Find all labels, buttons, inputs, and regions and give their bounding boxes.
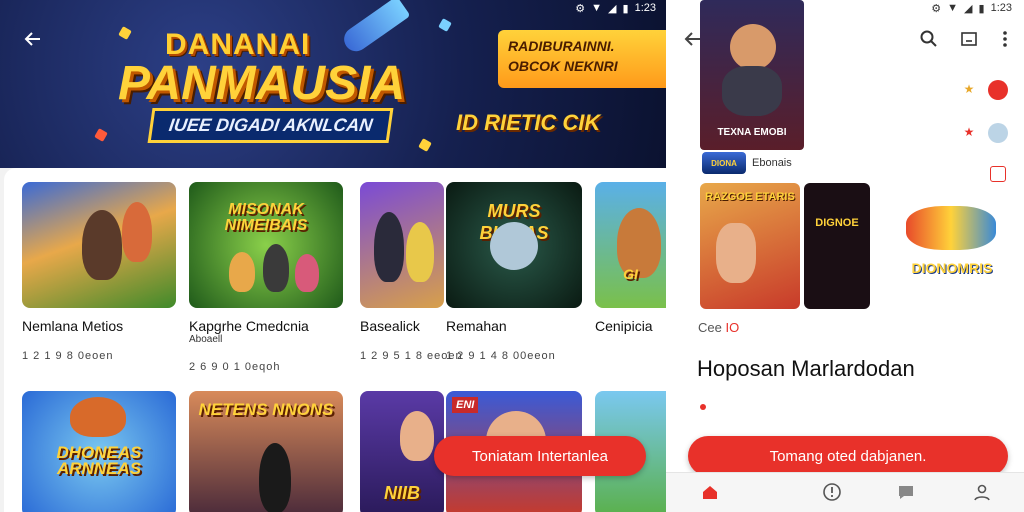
spark-decor [94, 128, 108, 142]
game-title: Kapgrhe Cmedcnia [189, 318, 309, 334]
star-icon[interactable]: ★ [962, 125, 976, 139]
screenshot-thumb[interactable]: RAZGOE ETARIS [700, 183, 800, 309]
rating-row: Cee IO [698, 320, 739, 335]
color-swatch-blue[interactable] [988, 123, 1008, 143]
wifi-icon: ▼ [591, 2, 603, 14]
game-title: Cenipicia [595, 318, 653, 334]
game-card[interactable]: GI Cenipicia [595, 182, 666, 334]
rating-value: IO [725, 320, 740, 335]
game-art-text: MISONAK NIMEIBAIS [224, 201, 308, 234]
status-bar: ⚙ ▼ ◢ ▮ 1:23 [575, 0, 656, 16]
game-art-text: NIIB [384, 483, 420, 503]
game-thumbnail: MISONAK NIMEIBAIS [189, 182, 343, 308]
game-card[interactable]: Nemlana Metios 1 2 1 9 8 0eoen [22, 182, 176, 362]
game-meta: 2 6 9 0 1 0eqoh [189, 361, 281, 373]
banner-cta-sub: OBCOK NEKNRI [508, 58, 618, 74]
game-card[interactable]: Basealick 1 2 9 5 1 8 eeoen [360, 182, 463, 362]
banner-cta-label: RADIBURAINNI. [508, 38, 615, 54]
settings-icon: ⚙ [931, 2, 942, 15]
promo-banner[interactable]: DANANAI PANMAUSIA IUEE DIGADI AKNLCAN RA… [0, 0, 666, 168]
color-swatch-red[interactable] [988, 80, 1008, 100]
game-title: Nemlana Metios [22, 318, 124, 334]
game-thumbnail: DHONEAS ARNNEAS [22, 391, 176, 512]
star-icon[interactable]: ★ [962, 82, 976, 96]
game-card[interactable]: MURS BUBIAS Remahan 1 2 9 1 4 8 00eeon [446, 182, 582, 362]
primary-action-button[interactable]: Toniatam Intertanlea [434, 436, 646, 476]
game-thumbnail: GI [595, 182, 666, 308]
spark-decor [438, 18, 452, 32]
game-title: Basealick [360, 318, 420, 334]
banner-ribbon: IUEE DIGADI AKNLCAN [147, 108, 394, 143]
back-arrow-icon[interactable] [20, 26, 46, 52]
game-art-text: DHONEAS ARNNEAS [56, 443, 142, 478]
game-thumbnail: NETENS NNONS [189, 391, 343, 512]
banner-cta[interactable]: RADIBURAINNI. OBCOK NEKNRI [498, 30, 666, 88]
more-vert-icon[interactable] [994, 28, 1016, 50]
game-art-text: NETENS NNONS [198, 400, 334, 419]
battery-icon: ▮ [978, 2, 985, 15]
rocket-decor [339, 0, 411, 56]
right-screen: TEXNA EMOBI ⚙ ▼ ◢ ▮ 1:23 ★ ★ DIONA Ebona… [666, 0, 1024, 512]
game-art-text: GI [623, 266, 638, 282]
screenshot-text: DIONOMRIS [911, 260, 993, 276]
bookmark-icon[interactable] [990, 166, 1006, 182]
rating-label: Cee [698, 320, 722, 335]
chat-icon[interactable] [894, 480, 918, 504]
info-icon[interactable] [820, 480, 844, 504]
left-screen: DANANAI PANMAUSIA IUEE DIGADI AKNLCAN RA… [0, 0, 666, 512]
primary-action-button[interactable]: Tomang oted dabjanen. [688, 436, 1008, 476]
developer-row[interactable]: DIONA Ebonais [702, 152, 792, 174]
settings-icon: ⚙ [575, 2, 586, 15]
game-meta: 1 2 9 1 4 8 00eeon [446, 350, 556, 362]
screenshot-stage: DANANAI PANMAUSIA IUEE DIGADI AKNLCAN RA… [0, 0, 1024, 512]
status-time: 1:23 [990, 2, 1012, 14]
banner-title-main: PANMAUSIA [118, 57, 406, 110]
game-meta: 1 2 9 5 1 8 eeoen [360, 350, 463, 362]
indicator-dot [700, 404, 706, 410]
game-card[interactable]: NETENS NNONS [189, 391, 343, 512]
game-subtitle: Aboaell [189, 334, 223, 345]
developer-logo: DIONA [702, 152, 746, 174]
home-icon[interactable] [698, 480, 722, 504]
screenshot-text: DIGNOE [815, 217, 859, 229]
spark-decor [118, 26, 132, 40]
game-thumbnail: NIIB [360, 391, 444, 512]
wifi-icon: ▼ [947, 2, 959, 14]
battery-icon: ▮ [622, 2, 629, 15]
app-title: Hoposan Marlardodan [697, 356, 915, 381]
spark-decor [418, 138, 432, 152]
game-meta: 1 2 1 9 8 0eoen [22, 350, 114, 362]
game-card[interactable]: MISONAK NIMEIBAIS Kapgrhe Cmedcnia Aboae… [189, 182, 343, 373]
status-bar: ⚙ ▼ ◢ ▮ 1:23 [931, 0, 1012, 16]
screenshot-text: RAZGOE ETARIS [705, 191, 795, 203]
screenshot-thumb[interactable]: DIONOMRIS [896, 200, 1008, 286]
game-thumbnail: MURS BUBIAS [446, 182, 582, 308]
developer-name: Ebonais [752, 157, 792, 169]
game-card[interactable]: DHONEAS ARNNEAS [22, 391, 176, 512]
game-title: Remahan [446, 318, 507, 334]
cast-icon[interactable] [958, 28, 980, 50]
banner-subtitle: ID RIETIC CIK [456, 110, 601, 135]
game-thumbnail [360, 182, 444, 308]
signal-icon: ◢ [608, 2, 617, 15]
game-art-text: ENI [452, 397, 479, 413]
profile-icon[interactable] [970, 480, 994, 504]
game-card[interactable]: NIIB [360, 391, 444, 512]
game-poster: TEXNA EMOBI [700, 0, 804, 150]
status-time: 1:23 [634, 2, 656, 14]
signal-icon: ◢ [964, 2, 973, 15]
search-icon[interactable] [918, 28, 940, 50]
game-thumbnail [22, 182, 176, 308]
back-arrow-icon[interactable] [680, 26, 706, 52]
poster-text: TEXNA EMOBI [717, 127, 787, 138]
bottom-nav [666, 472, 1024, 512]
screenshot-thumb[interactable]: DIGNOE [804, 183, 870, 309]
